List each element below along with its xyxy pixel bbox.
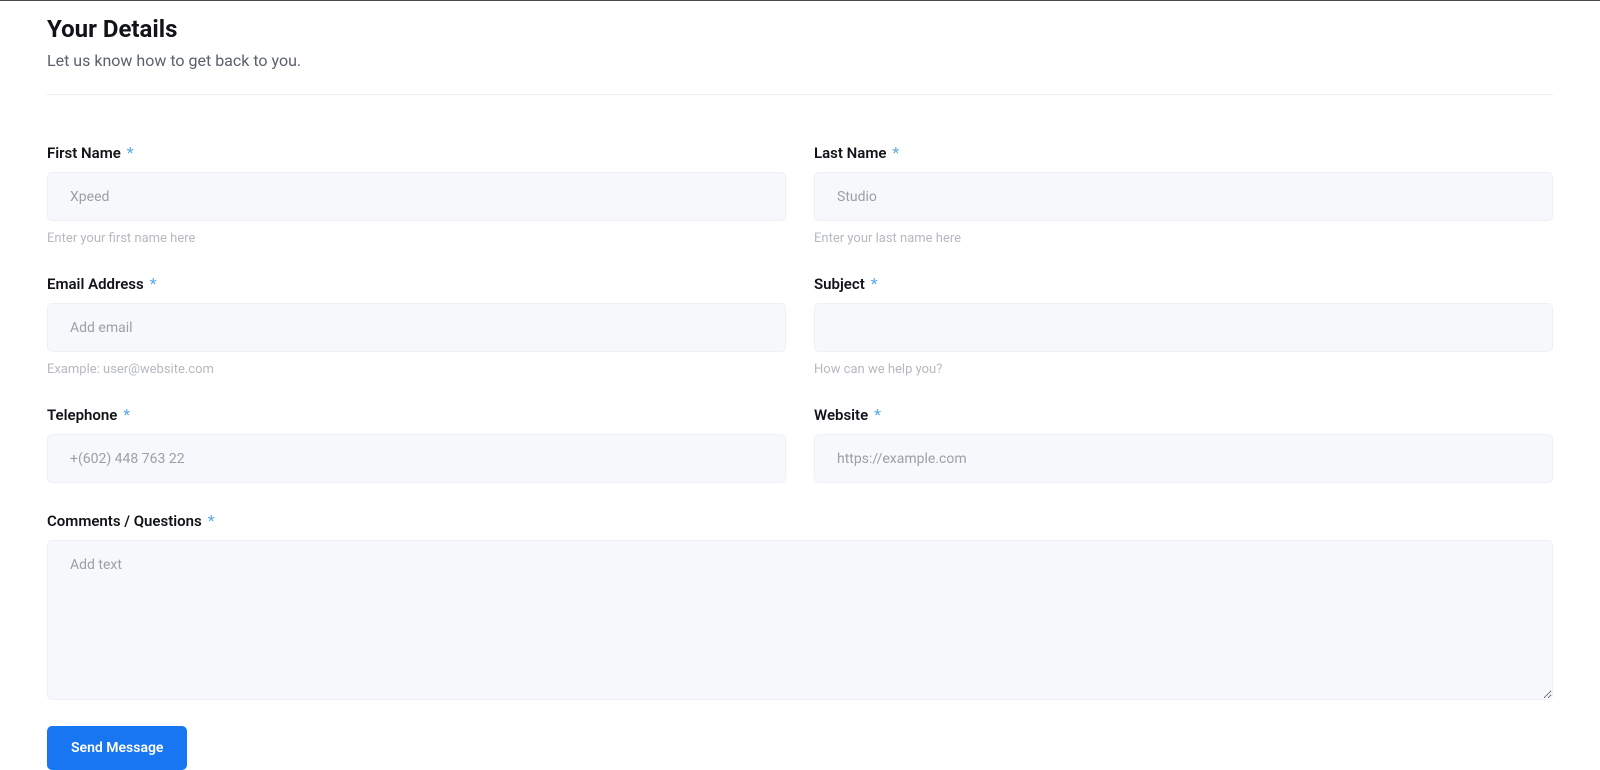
row-name: First Name * Enter your first name here … (47, 143, 1553, 246)
website-label: Website (814, 406, 868, 424)
submit-area: Send Message (47, 726, 1553, 770)
last-name-input[interactable] (814, 172, 1553, 221)
required-marker: * (871, 274, 878, 293)
required-marker: * (127, 143, 134, 162)
website-group: Website * (814, 405, 1553, 483)
last-name-label: Last Name (814, 144, 886, 162)
telephone-input[interactable] (47, 434, 786, 483)
required-marker: * (123, 405, 130, 424)
email-group: Email Address * Example: user@website.co… (47, 274, 786, 377)
comments-group: Comments / Questions * (47, 511, 1553, 700)
row-phone-website: Telephone * Website * (47, 405, 1553, 483)
subject-hint: How can we help you? (814, 362, 1553, 377)
required-marker: * (892, 143, 899, 162)
last-name-label-row: Last Name * (814, 143, 1553, 162)
form-container: Your Details Let us know how to get back… (0, 1, 1600, 770)
subject-label: Subject (814, 275, 865, 293)
required-marker: * (208, 511, 215, 530)
send-message-button[interactable]: Send Message (47, 726, 187, 770)
telephone-label: Telephone (47, 406, 117, 424)
first-name-label-row: First Name * (47, 143, 786, 162)
first-name-group: First Name * Enter your first name here (47, 143, 786, 246)
email-input[interactable] (47, 303, 786, 352)
row-email-subject: Email Address * Example: user@website.co… (47, 274, 1553, 377)
telephone-label-row: Telephone * (47, 405, 786, 424)
first-name-input[interactable] (47, 172, 786, 221)
last-name-hint: Enter your last name here (814, 231, 1553, 246)
subject-input[interactable] (814, 303, 1553, 352)
subject-group: Subject * How can we help you? (814, 274, 1553, 377)
required-marker: * (150, 274, 157, 293)
page-title: Your Details (47, 15, 1553, 43)
comments-label: Comments / Questions (47, 512, 202, 530)
email-label-row: Email Address * (47, 274, 786, 293)
comments-textarea[interactable] (47, 540, 1553, 700)
last-name-group: Last Name * Enter your last name here (814, 143, 1553, 246)
telephone-group: Telephone * (47, 405, 786, 483)
required-marker: * (874, 405, 881, 424)
email-hint: Example: user@website.com (47, 362, 786, 377)
website-input[interactable] (814, 434, 1553, 483)
first-name-hint: Enter your first name here (47, 231, 786, 246)
page-subtitle: Let us know how to get back to you. (47, 51, 1553, 70)
first-name-label: First Name (47, 144, 121, 162)
subject-label-row: Subject * (814, 274, 1553, 293)
website-label-row: Website * (814, 405, 1553, 424)
header: Your Details Let us know how to get back… (47, 15, 1553, 95)
comments-label-row: Comments / Questions * (47, 511, 1553, 530)
email-label: Email Address (47, 275, 144, 293)
